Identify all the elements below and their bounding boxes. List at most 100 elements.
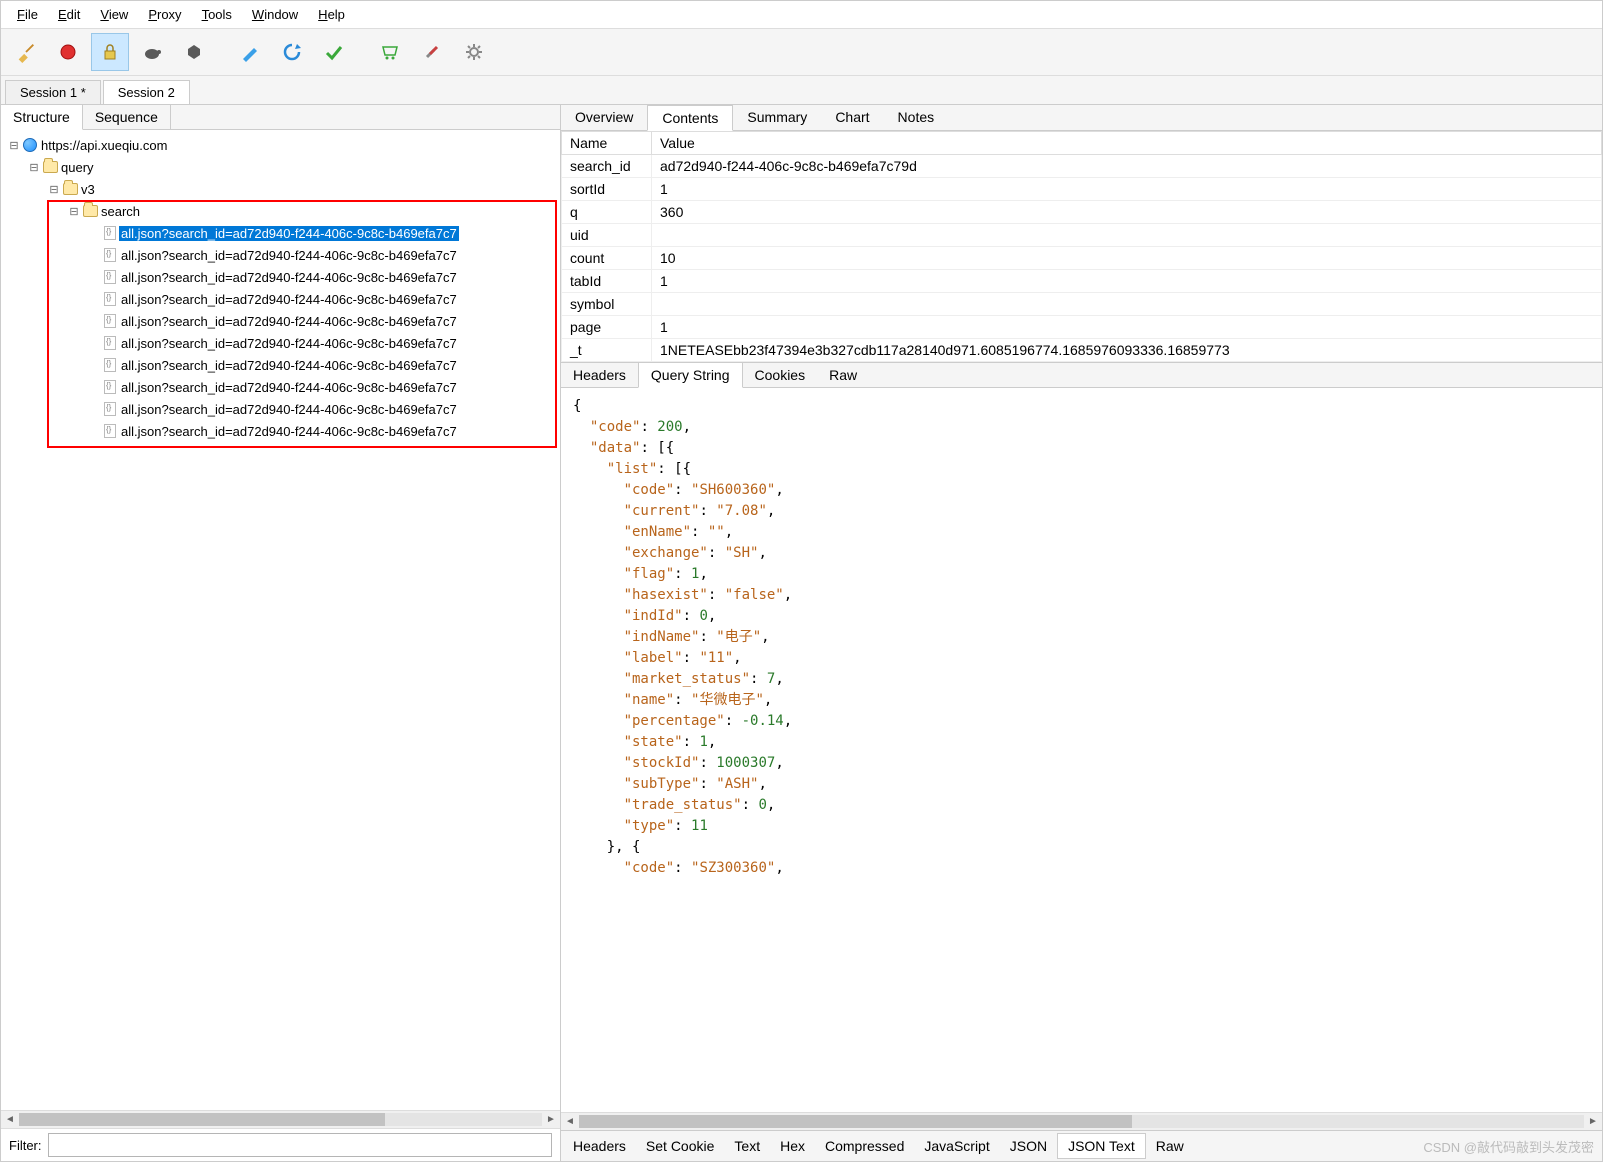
record-icon[interactable] xyxy=(49,33,87,71)
table-row[interactable]: search_idad72d940-f244-406c-9c8c-b469efa… xyxy=(562,155,1602,178)
param-name: q xyxy=(562,201,652,224)
tree-request-item[interactable]: all.json?search_id=ad72d940-f244-406c-9c… xyxy=(1,244,560,266)
session-tab-2[interactable]: Session 2 xyxy=(103,80,190,104)
pen-icon[interactable] xyxy=(231,33,269,71)
structure-sequence-tabs: Structure Sequence xyxy=(1,105,560,130)
tree-label: all.json?search_id=ad72d940-f244-406c-9c… xyxy=(119,226,459,241)
tree-request-item[interactable]: all.json?search_id=ad72d940-f244-406c-9c… xyxy=(1,354,560,376)
tree-request-item[interactable]: all.json?search_id=ad72d940-f244-406c-9c… xyxy=(1,222,560,244)
broom-icon[interactable] xyxy=(7,33,45,71)
refresh-icon[interactable] xyxy=(273,33,311,71)
table-row[interactable]: tabId1 xyxy=(562,270,1602,293)
param-name: sortId xyxy=(562,178,652,201)
tab-chart[interactable]: Chart xyxy=(821,105,883,130)
json-viewer[interactable]: { "code": 200, "data": [{ "list": [{ "co… xyxy=(561,388,1602,1112)
menu-edit[interactable]: Edit xyxy=(48,3,90,26)
scroll-right-icon[interactable]: ► xyxy=(542,1111,560,1128)
tree-node-search[interactable]: ⊟ search xyxy=(1,200,560,222)
tab-resp-json-text[interactable]: JSON Text xyxy=(1057,1133,1146,1159)
table-row[interactable]: page1 xyxy=(562,316,1602,339)
tree-request-item[interactable]: all.json?search_id=ad72d940-f244-406c-9c… xyxy=(1,398,560,420)
table-row[interactable]: count10 xyxy=(562,247,1602,270)
detail-tabs: Overview Contents Summary Chart Notes xyxy=(561,105,1602,131)
tree-label: all.json?search_id=ad72d940-f244-406c-9c… xyxy=(119,424,459,439)
scroll-left-icon[interactable]: ◄ xyxy=(561,1113,579,1130)
file-icon xyxy=(101,226,119,240)
hex-icon[interactable] xyxy=(175,33,213,71)
menu-window[interactable]: Window xyxy=(242,3,308,26)
tree-request-item[interactable]: all.json?search_id=ad72d940-f244-406c-9c… xyxy=(1,376,560,398)
menu-proxy[interactable]: Proxy xyxy=(138,3,191,26)
tab-contents[interactable]: Contents xyxy=(647,105,733,131)
param-value xyxy=(652,224,1602,247)
table-row[interactable]: q360 xyxy=(562,201,1602,224)
tab-req-query-string[interactable]: Query String xyxy=(638,363,743,388)
tree-node-v3[interactable]: ⊟ v3 xyxy=(1,178,560,200)
folder-icon xyxy=(81,205,99,217)
check-icon[interactable] xyxy=(315,33,353,71)
tree-label: query xyxy=(59,160,96,175)
tab-resp-hex[interactable]: Hex xyxy=(770,1134,815,1158)
tab-resp-headers[interactable]: Headers xyxy=(563,1134,636,1158)
tab-resp-raw[interactable]: Raw xyxy=(1146,1134,1194,1158)
request-tree[interactable]: ⊟ https://api.xueqiu.com ⊟ query ⊟ v3 ⊟ … xyxy=(1,130,560,1110)
tab-sequence[interactable]: Sequence xyxy=(83,105,171,129)
tab-structure[interactable]: Structure xyxy=(1,105,83,130)
tab-resp-text[interactable]: Text xyxy=(724,1134,770,1158)
tree-node-query[interactable]: ⊟ query xyxy=(1,156,560,178)
scroll-right-icon[interactable]: ► xyxy=(1584,1113,1602,1130)
table-row[interactable]: symbol xyxy=(562,293,1602,316)
params-table: Name Value search_idad72d940-f244-406c-9… xyxy=(561,131,1602,362)
tree-request-item[interactable]: all.json?search_id=ad72d940-f244-406c-9c… xyxy=(1,420,560,442)
collapse-icon[interactable]: ⊟ xyxy=(27,161,41,174)
tab-resp-set-cookie[interactable]: Set Cookie xyxy=(636,1134,724,1158)
tree-request-item[interactable]: all.json?search_id=ad72d940-f244-406c-9c… xyxy=(1,266,560,288)
menu-file[interactable]: File xyxy=(7,3,48,26)
cart-icon[interactable] xyxy=(371,33,409,71)
table-row[interactable]: _t1NETEASEbb23f47394e3b327cdb117a28140d9… xyxy=(562,339,1602,362)
collapse-icon[interactable]: ⊟ xyxy=(7,139,21,152)
tab-req-cookies[interactable]: Cookies xyxy=(743,363,818,387)
tab-resp-json[interactable]: JSON xyxy=(1000,1134,1057,1158)
scroll-left-icon[interactable]: ◄ xyxy=(1,1111,19,1128)
param-value: 360 xyxy=(652,201,1602,224)
tab-resp-compressed[interactable]: Compressed xyxy=(815,1134,914,1158)
left-pane: Structure Sequence ⊟ https://api.xueqiu.… xyxy=(1,105,561,1161)
param-value xyxy=(652,293,1602,316)
file-icon xyxy=(101,424,119,438)
tab-req-raw[interactable]: Raw xyxy=(817,363,869,387)
tab-overview[interactable]: Overview xyxy=(561,105,647,130)
tools-icon[interactable] xyxy=(413,33,451,71)
tree-label: all.json?search_id=ad72d940-f244-406c-9c… xyxy=(119,380,459,395)
collapse-icon[interactable]: ⊟ xyxy=(67,205,81,218)
toolbar xyxy=(1,29,1602,76)
tree-request-item[interactable]: all.json?search_id=ad72d940-f244-406c-9c… xyxy=(1,332,560,354)
filter-input[interactable] xyxy=(48,1133,553,1157)
lock-icon[interactable] xyxy=(91,33,129,71)
horizontal-scrollbar[interactable]: ◄ ► xyxy=(561,1112,1602,1130)
params-col-name[interactable]: Name xyxy=(562,132,652,155)
session-tab-1[interactable]: Session 1 * xyxy=(5,80,101,104)
tab-notes[interactable]: Notes xyxy=(884,105,949,130)
filter-label: Filter: xyxy=(9,1138,42,1153)
horizontal-scrollbar[interactable]: ◄ ► xyxy=(1,1110,560,1128)
tree-request-item[interactable]: all.json?search_id=ad72d940-f244-406c-9c… xyxy=(1,310,560,332)
menu-view[interactable]: View xyxy=(90,3,138,26)
param-name: uid xyxy=(562,224,652,247)
turtle-icon[interactable] xyxy=(133,33,171,71)
collapse-icon[interactable]: ⊟ xyxy=(47,183,61,196)
table-row[interactable]: uid xyxy=(562,224,1602,247)
tab-summary[interactable]: Summary xyxy=(733,105,821,130)
file-icon xyxy=(101,248,119,262)
menu-help[interactable]: Help xyxy=(308,3,355,26)
gear-icon[interactable] xyxy=(455,33,493,71)
params-col-value[interactable]: Value xyxy=(652,132,1602,155)
request-subtabs: Headers Query String Cookies Raw xyxy=(561,362,1602,388)
tree-request-item[interactable]: all.json?search_id=ad72d940-f244-406c-9c… xyxy=(1,288,560,310)
menu-tools[interactable]: Tools xyxy=(192,3,242,26)
tab-req-headers[interactable]: Headers xyxy=(561,363,638,387)
tree-root[interactable]: ⊟ https://api.xueqiu.com xyxy=(1,134,560,156)
tab-resp-javascript[interactable]: JavaScript xyxy=(914,1134,999,1158)
table-row[interactable]: sortId1 xyxy=(562,178,1602,201)
watermark: CSDN @敲代码敲到头发茂密 xyxy=(1423,1137,1600,1156)
